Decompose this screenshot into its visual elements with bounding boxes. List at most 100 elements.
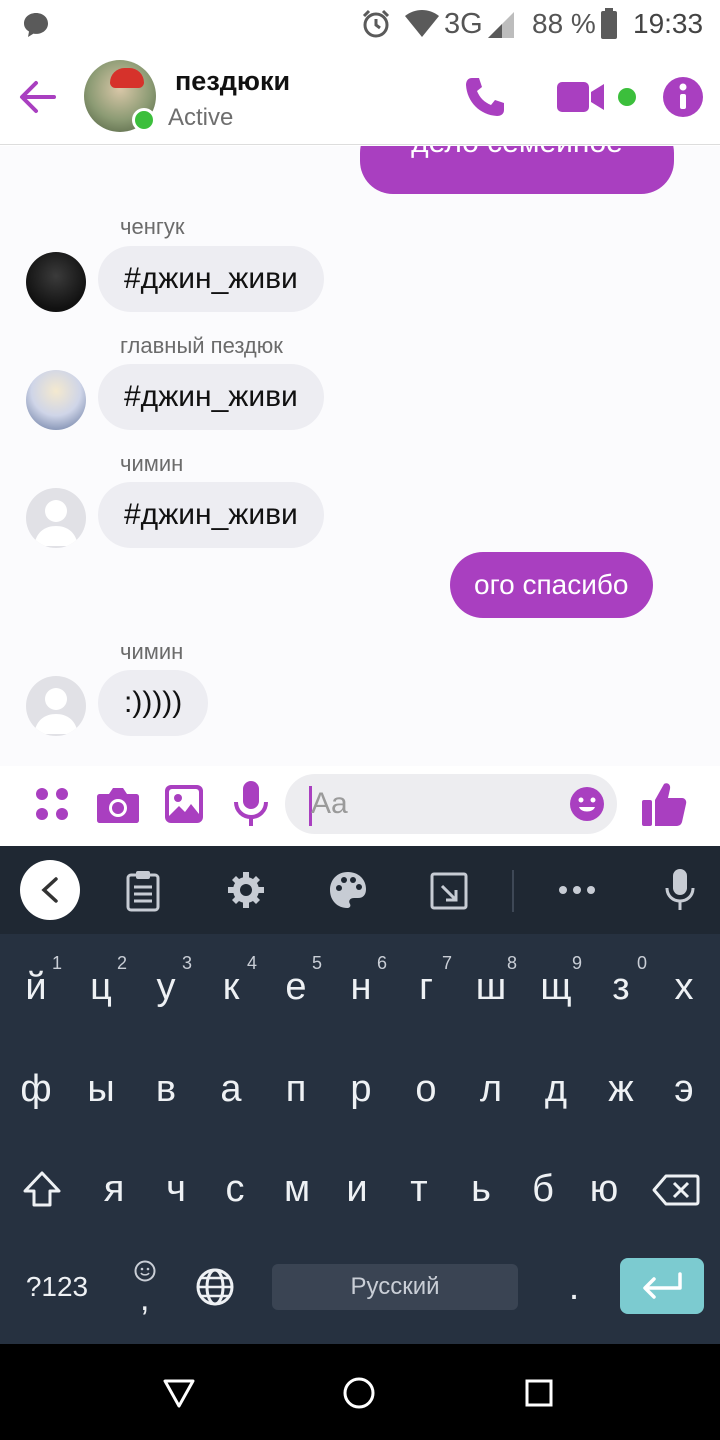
sender-avatar[interactable]	[26, 488, 86, 548]
apps-grid-icon[interactable]	[32, 784, 72, 824]
more-options-icon[interactable]	[558, 884, 596, 896]
shift-icon	[23, 1171, 61, 1207]
key-с[interactable]: с	[203, 1144, 267, 1234]
message-list[interactable]: дело семейное ченгук #джин_живи главный …	[0, 146, 720, 766]
key-т[interactable]: т	[387, 1144, 451, 1234]
key-л[interactable]: л	[459, 1044, 523, 1134]
clipboard-icon[interactable]	[126, 870, 160, 912]
key-label: з	[612, 966, 630, 1008]
camera-icon[interactable]	[96, 784, 140, 824]
sender-avatar[interactable]	[26, 370, 86, 430]
key-з[interactable]: з0	[589, 942, 653, 1032]
key-й[interactable]: й1	[4, 942, 68, 1032]
toolbar-divider	[512, 870, 514, 912]
settings-gear-icon[interactable]	[226, 870, 266, 910]
comma-key[interactable]: ,	[114, 1242, 178, 1332]
key-label: н	[350, 966, 372, 1008]
battery-icon	[601, 8, 617, 39]
resize-keyboard-icon[interactable]	[430, 872, 468, 910]
wifi-icon	[405, 10, 439, 37]
key-н[interactable]: н6	[329, 942, 393, 1032]
key-я[interactable]: я	[82, 1144, 146, 1234]
key-hint: 2	[116, 953, 127, 973]
key-э[interactable]: э	[652, 1044, 716, 1134]
key-ь[interactable]: ь	[449, 1144, 513, 1234]
sender-avatar[interactable]	[26, 676, 86, 736]
shift-key[interactable]	[10, 1144, 74, 1234]
sender-avatar[interactable]	[26, 252, 86, 312]
key-label: щ	[540, 966, 572, 1008]
space-bar[interactable]: Русский	[272, 1264, 518, 1310]
back-arrow-icon[interactable]	[18, 78, 56, 116]
comma-label: ,	[140, 1280, 150, 1318]
gallery-icon[interactable]	[164, 784, 204, 824]
key-е[interactable]: е5	[264, 942, 328, 1032]
key-hint: 3	[181, 953, 192, 973]
signal-icon	[488, 12, 514, 38]
globe-icon	[196, 1268, 234, 1306]
key-ы[interactable]: ы	[69, 1044, 133, 1134]
key-label: г	[419, 966, 433, 1008]
chat-header: пездюки Active	[0, 50, 720, 145]
period-key[interactable]: .	[542, 1242, 606, 1332]
message-bubble-incoming[interactable]: :)))))	[98, 670, 209, 736]
key-hint: 9	[571, 953, 582, 973]
sender-name: главный пездюк	[120, 333, 283, 358]
chat-status: Active	[168, 104, 234, 131]
message-bubble-outgoing[interactable]: дело семейное	[360, 146, 674, 194]
key-ч[interactable]: ч	[144, 1144, 208, 1234]
key-hint: 6	[376, 953, 387, 973]
key-о[interactable]: о	[394, 1044, 458, 1134]
symbols-key[interactable]: ?123	[20, 1242, 94, 1332]
info-icon[interactable]	[662, 76, 704, 118]
emoji-icon[interactable]	[569, 786, 605, 822]
key-в[interactable]: в	[134, 1044, 198, 1134]
message-input[interactable]: Aa	[285, 774, 617, 834]
message-bubble-incoming[interactable]: #джин_живи	[98, 246, 324, 312]
key-ф[interactable]: ф	[4, 1044, 68, 1134]
palette-icon[interactable]	[328, 870, 368, 910]
keyboard: й1 ц2 у3 к4 е5 н6 г7 ш8 щ9 з0 х ф ы в а …	[0, 846, 720, 1344]
keyboard-back-button[interactable]	[20, 860, 80, 920]
key-щ[interactable]: щ9	[524, 942, 588, 1032]
enter-key[interactable]	[620, 1258, 704, 1314]
key-ю[interactable]: ю	[572, 1144, 636, 1234]
backspace-key[interactable]	[644, 1144, 708, 1234]
key-д[interactable]: д	[524, 1044, 588, 1134]
key-а[interactable]: а	[199, 1044, 263, 1134]
network-type: 3G	[444, 8, 483, 40]
key-label: ш	[475, 966, 507, 1008]
key-ш[interactable]: ш8	[459, 942, 523, 1032]
message-composer: Aa	[0, 766, 720, 846]
key-х[interactable]: х	[652, 942, 716, 1032]
message-bubble-outgoing[interactable]: ого спасибо	[450, 552, 653, 618]
key-hint: 7	[441, 953, 452, 973]
thumbs-up-icon[interactable]	[640, 780, 688, 828]
key-label: к	[222, 966, 240, 1008]
enter-arrow-icon	[643, 1272, 682, 1299]
key-к[interactable]: к4	[199, 942, 263, 1032]
phone-call-icon[interactable]	[462, 74, 508, 120]
voice-input-icon[interactable]	[664, 868, 696, 912]
microphone-icon[interactable]	[232, 780, 270, 828]
key-п[interactable]: п	[264, 1044, 328, 1134]
message-bubble-incoming[interactable]: #джин_живи	[98, 482, 324, 548]
language-key[interactable]	[184, 1242, 248, 1332]
key-и[interactable]: и	[325, 1144, 389, 1234]
message-text: :)))))	[124, 686, 183, 719]
message-text: #джин_живи	[124, 498, 298, 531]
message-bubble-incoming[interactable]: #джин_живи	[98, 364, 324, 430]
key-hint: 1	[51, 953, 62, 973]
key-р[interactable]: р	[329, 1044, 393, 1134]
chat-title[interactable]: пездюки	[175, 66, 290, 97]
key-ц[interactable]: ц2	[69, 942, 133, 1032]
video-call-icon[interactable]	[556, 80, 606, 114]
key-г[interactable]: г7	[394, 942, 458, 1032]
back-triangle-icon[interactable]	[162, 1376, 196, 1410]
key-м[interactable]: м	[265, 1144, 329, 1234]
key-ж[interactable]: ж	[589, 1044, 653, 1134]
recents-square-icon[interactable]	[524, 1378, 554, 1408]
key-у[interactable]: у3	[134, 942, 198, 1032]
home-circle-icon[interactable]	[342, 1376, 376, 1410]
key-б[interactable]: б	[511, 1144, 575, 1234]
